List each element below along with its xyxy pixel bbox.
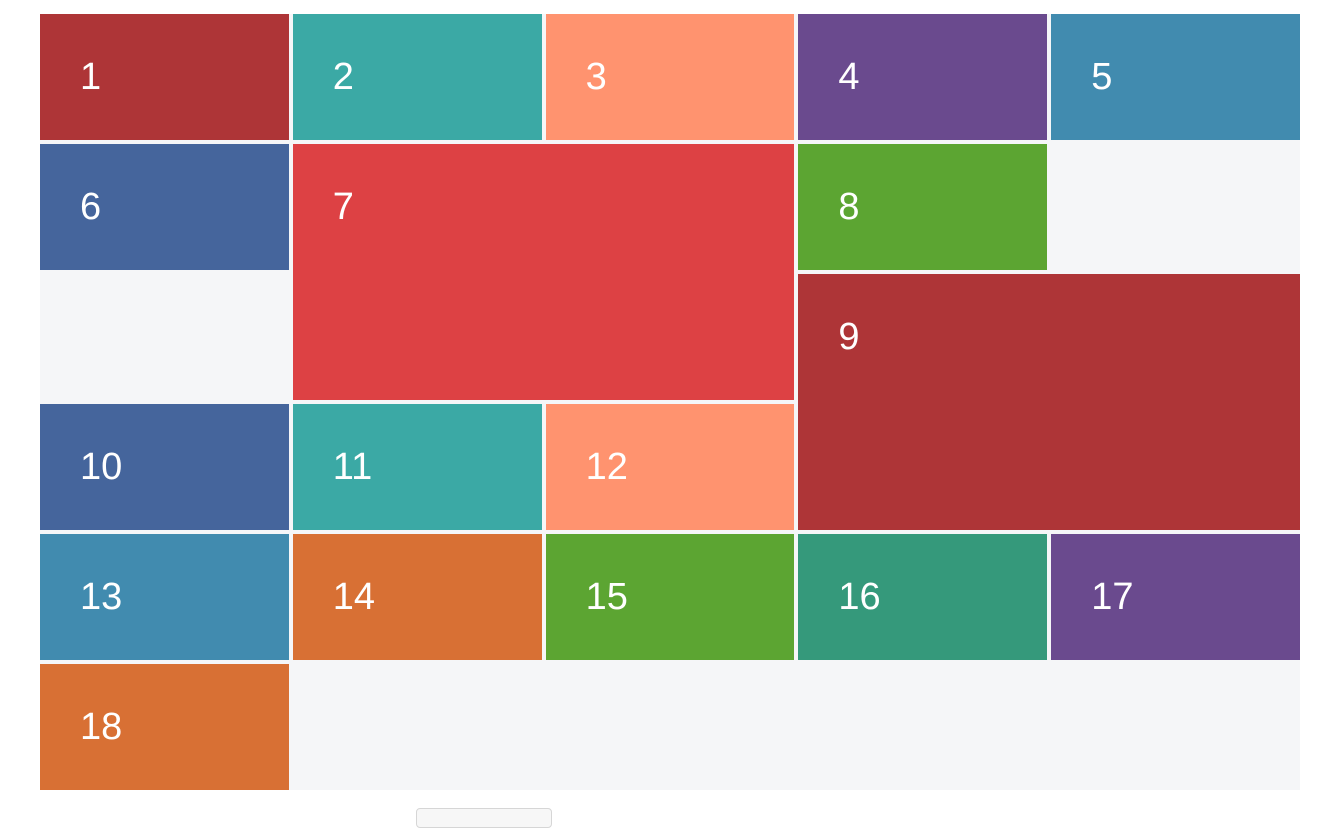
partial-button[interactable]	[416, 808, 552, 828]
grid-item-label: 14	[332, 576, 376, 618]
grid-item-12: 12	[545, 404, 795, 530]
grid-item-label: 2	[332, 56, 354, 98]
grid-item-16: 16	[798, 534, 1048, 660]
grid-item-2: 2	[292, 14, 542, 140]
grid-item-label: 11	[332, 446, 373, 488]
grid-container: 1 2 3 4 5 6 7 8 9 10 11 12 13 14 15 16 1	[40, 14, 1300, 790]
grid-item-label: 12	[585, 446, 628, 488]
grid-item-17: 17	[1051, 534, 1300, 660]
grid-item-label: 17	[1091, 576, 1134, 618]
grid-item-label: 10	[80, 446, 123, 488]
grid-item-6: 6	[40, 144, 289, 270]
grid-item-1: 1	[40, 14, 289, 140]
grid-item-label: 16	[838, 576, 881, 618]
grid-item-label: 5	[1091, 56, 1113, 98]
grid-item-label: 3	[585, 56, 607, 98]
grid-item-18: 18	[40, 664, 289, 790]
grid-item-5: 5	[1051, 14, 1300, 140]
grid-item-label: 1	[80, 56, 102, 98]
grid-item-label: 4	[838, 56, 860, 98]
grid-item-label: 18	[80, 706, 123, 748]
grid-item-3: 3	[545, 14, 795, 140]
grid-item-10: 10	[40, 404, 289, 530]
grid-item-label: 6	[80, 186, 102, 228]
grid-item-7: 7	[292, 144, 795, 400]
grid-item-label: 13	[80, 576, 123, 618]
grid-item-11: 11	[292, 404, 542, 530]
grid-item-label: 7	[332, 186, 354, 228]
grid-item-label: 9	[838, 316, 860, 358]
grid-item-13: 13	[40, 534, 289, 660]
grid-item-15: 15	[545, 534, 795, 660]
grid-item-9: 9	[798, 274, 1300, 530]
grid-item-4: 4	[798, 14, 1048, 140]
grid-item-label: 15	[585, 576, 628, 618]
grid-item-label: 8	[838, 186, 860, 228]
grid-item-14: 14	[292, 534, 542, 660]
grid-item-8: 8	[798, 144, 1048, 270]
